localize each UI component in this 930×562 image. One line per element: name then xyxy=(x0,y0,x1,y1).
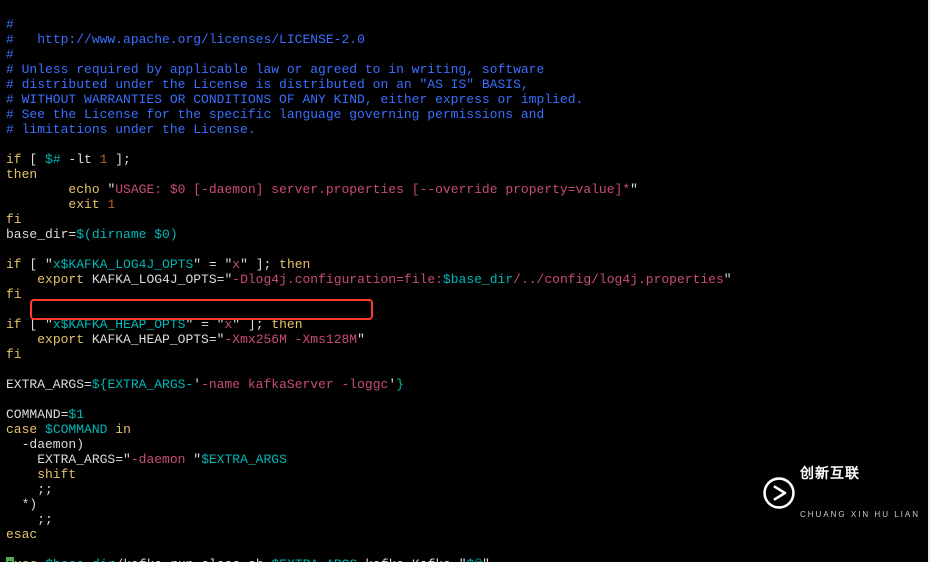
comment-line: # xyxy=(6,17,14,32)
code-line: if [ $# -lt 1 ]; xyxy=(6,152,131,167)
comment-line: # http://www.apache.org/licenses/LICENSE… xyxy=(6,32,365,47)
code-line: EXTRA_ARGS="-daemon "$EXTRA_ARGS xyxy=(6,452,287,467)
code-line: export KAFKA_LOG4J_OPTS="-Dlog4j.configu… xyxy=(6,272,732,287)
code-line: if [ "x$KAFKA_HEAP_OPTS" = "x" ]; then xyxy=(6,317,303,332)
code-line: COMMAND=$1 xyxy=(6,407,84,422)
code-line: then xyxy=(6,167,37,182)
comment-line: # Unless required by applicable law or a… xyxy=(6,62,544,77)
cursor: e xyxy=(6,557,14,562)
code-line: if [ "x$KAFKA_LOG4J_OPTS" = "x" ]; then xyxy=(6,257,310,272)
code-line: *) xyxy=(6,497,37,512)
highlighted-line: export KAFKA_HEAP_OPTS="-Xmx256M -Xms128… xyxy=(6,332,365,347)
code-line: ;; xyxy=(6,512,53,527)
code-line: shift xyxy=(6,467,76,482)
code-line: -daemon) xyxy=(6,437,84,452)
comment-line: # distributed under the License is distr… xyxy=(6,77,529,92)
code-line: fi xyxy=(6,287,22,302)
watermark-title: 创新互联 xyxy=(800,466,920,480)
code-editor-viewport: # # http://www.apache.org/licenses/LICEN… xyxy=(0,0,930,562)
exec-line: exec $base_dir/kafka-run-class.sh $EXTRA… xyxy=(6,557,490,562)
code-line: fi xyxy=(6,347,22,362)
logo-icon xyxy=(762,476,796,510)
code-line: fi xyxy=(6,212,22,227)
code-line: base_dir=$(dirname $0) xyxy=(6,227,178,242)
code-line: case $COMMAND in xyxy=(6,422,131,437)
code-line: EXTRA_ARGS=${EXTRA_ARGS-'-name kafkaServ… xyxy=(6,377,404,392)
comment-line: # limitations under the License. xyxy=(6,122,256,137)
comment-line: # xyxy=(6,47,14,62)
comment-line: # See the License for the specific langu… xyxy=(6,107,544,122)
watermark-subtitle: CHUANG XIN HU LIAN xyxy=(800,510,920,520)
comment-line: # WITHOUT WARRANTIES OR CONDITIONS OF AN… xyxy=(6,92,583,107)
code-line: ;; xyxy=(6,482,53,497)
code-line: echo "USAGE: $0 [-daemon] server.propert… xyxy=(6,182,638,197)
code-line: esac xyxy=(6,527,37,542)
watermark: 创新互联 CHUANG XIN HU LIAN xyxy=(762,436,920,550)
code-line: exit 1 xyxy=(6,197,115,212)
